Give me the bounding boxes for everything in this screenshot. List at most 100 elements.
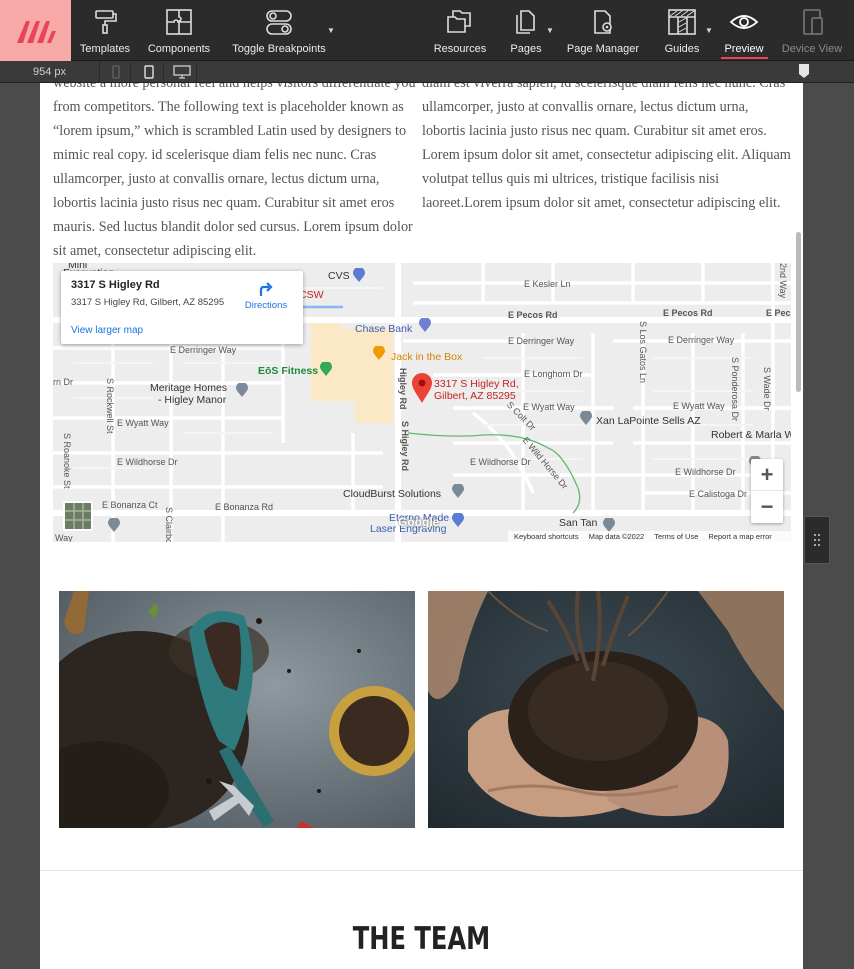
gardening-photo-hands[interactable] — [428, 591, 784, 828]
desktop-breakpoint-button[interactable] — [167, 63, 197, 81]
poi-robert-marla[interactable]: Robert & Marla W — [711, 429, 791, 441]
road-way: Way — [55, 533, 73, 542]
road-higley-1: Higley Rd — [398, 368, 408, 410]
road-wade: S Wade Dr — [762, 367, 772, 411]
canvas-scrollbar[interactable] — [796, 232, 801, 392]
text-column-left[interactable]: website a more personal feel and helps v… — [53, 83, 417, 263]
view-larger-map-link[interactable]: View larger map — [71, 325, 143, 336]
gardening-photo-trowel[interactable] — [59, 591, 415, 828]
road-derringer-3: E Derringer Way — [668, 335, 735, 345]
zoom-out-button[interactable]: − — [751, 491, 783, 523]
road-longhorn: E Longhorn Dr — [524, 369, 583, 379]
place-marker-icon — [236, 383, 248, 397]
shopping-marker-icon — [353, 268, 365, 282]
pages-icon — [516, 10, 535, 34]
canvas-left-margin — [0, 83, 40, 969]
map-info-title: 3317 S Higley Rd — [71, 279, 160, 291]
hands-soil-image — [428, 591, 784, 828]
shopping-marker-icon — [452, 513, 464, 527]
text-section: website a more personal feel and helps v… — [53, 83, 793, 263]
zoom-in-button[interactable]: + — [751, 459, 783, 491]
chevron-down-icon[interactable]: ▼ — [546, 26, 554, 35]
place-marker-icon — [452, 484, 464, 498]
components-button[interactable]: Components — [146, 0, 212, 61]
templates-label: Templates — [79, 43, 131, 55]
road-rockwell: S Rockwell St — [105, 378, 115, 434]
poi-cloudburst[interactable]: CloudBurst Solutions — [343, 488, 441, 500]
width-slider-handle[interactable] — [798, 63, 810, 79]
pin-label-line-2: Gilbert, AZ 85295 — [434, 390, 516, 402]
breakpoint-ruler — [200, 61, 854, 83]
section-divider — [40, 870, 803, 871]
logo-icon — [16, 20, 56, 43]
road-los-gatos: S Los Gatos Ln — [638, 321, 648, 384]
poi-meritage-2[interactable]: - Higley Manor — [158, 394, 226, 406]
road-wildhorse-1: E Wildhorse Dr — [117, 457, 178, 467]
location-pin-icon[interactable] — [412, 373, 432, 403]
guides-button[interactable]: Guides — [660, 0, 704, 61]
poi-san-tan[interactable]: San Tan — [559, 517, 597, 529]
drag-dots-icon — [814, 534, 820, 546]
chevron-down-icon[interactable]: ▼ — [327, 26, 335, 35]
road-bonanza-2: E Bonanza Rd — [215, 502, 274, 512]
poi-chase[interactable]: Chase Bank — [355, 323, 412, 335]
mobile-breakpoint-button[interactable] — [101, 63, 131, 81]
page-manager-label: Page Manager — [566, 43, 640, 55]
resize-drag-handle[interactable] — [804, 516, 830, 564]
eye-icon — [729, 15, 759, 29]
road-calistoga: E Calistoga Dr — [689, 489, 748, 499]
road-kesler: E Kesler Ln — [524, 279, 571, 289]
poi-jack-in-the-box[interactable]: Jack in the Box — [391, 351, 462, 363]
terms-link[interactable]: Terms of Use — [654, 531, 698, 542]
text-column-right[interactable]: diam est viverra sapien, id scelerisque … — [422, 83, 792, 263]
tablet-breakpoint-button[interactable] — [134, 63, 164, 81]
satellite-toggle[interactable] — [63, 501, 93, 531]
report-error-link[interactable]: Report a map error — [708, 531, 771, 542]
poi-xan-lapointe[interactable]: Xan LaPointe Sells AZ — [596, 415, 700, 427]
poi-eos-fitness[interactable]: EōS Fitness — [258, 365, 318, 377]
map-data-text: Map data ©2022 — [588, 532, 645, 541]
zoom-controls: + − — [751, 459, 783, 523]
road-wildhorse-3: E Wildhorse Dr — [675, 467, 736, 477]
templates-button[interactable]: Templates — [78, 0, 132, 61]
pages-label: Pages — [510, 43, 542, 55]
page-manager-icon — [594, 10, 612, 34]
resources-button[interactable]: Resources — [432, 0, 488, 61]
pages-button[interactable]: Pages — [508, 0, 544, 61]
poi-meritage-1[interactable]: Meritage Homes — [150, 382, 227, 394]
page-manager-button[interactable]: Page Manager — [566, 0, 640, 61]
poi-cvs[interactable]: CVS — [328, 270, 350, 282]
road-derringer-2: E Derringer Way — [508, 336, 575, 346]
road-2nd-way: 2nd Way — [778, 263, 788, 299]
toggle-breakpoints-button[interactable]: Toggle Breakpoints — [232, 0, 326, 61]
preview-button[interactable]: Preview — [722, 0, 766, 61]
road-wyatt-2: E Wyatt Way — [523, 402, 575, 412]
device-view-button[interactable]: Device View — [781, 0, 843, 61]
toggle-breakpoints-label: Toggle Breakpoints — [232, 43, 326, 55]
viewport-width-readout: 954 px — [0, 61, 100, 83]
road-pecos-2: E Pecos Rd — [663, 308, 713, 318]
device-view-label: Device View — [781, 43, 843, 55]
map-footer: Keyboard shortcuts Map data ©2022 Terms … — [508, 531, 791, 542]
active-indicator — [721, 57, 768, 59]
trowel-soil-image — [59, 591, 415, 828]
pin-label-line-1: 3317 S Higley Rd, — [434, 378, 519, 390]
device-view-icon — [803, 9, 823, 35]
directions-button[interactable]: Directions — [244, 281, 288, 311]
road-pecos-3: E Pec — [766, 308, 791, 318]
road-higley-2: S Higley Rd — [400, 421, 410, 472]
road-pecos-1: E Pecos Rd — [508, 310, 558, 320]
preview-label: Preview — [724, 43, 764, 55]
directions-label: Directions — [244, 300, 288, 311]
top-toolbar: Templates Components Toggle Breakpoints … — [0, 0, 854, 61]
bank-marker-icon — [419, 318, 431, 332]
paint-roller-icon — [95, 10, 117, 34]
embedded-map[interactable]: CVS CSW Chase Bank Jack in the Box EōS F… — [53, 263, 791, 542]
app-logo[interactable] — [0, 0, 71, 61]
components-label: Components — [147, 43, 211, 55]
keyboard-shortcuts-link[interactable]: Keyboard shortcuts — [514, 531, 579, 542]
chevron-down-icon[interactable]: ▼ — [705, 26, 713, 35]
fitness-marker-icon — [320, 362, 332, 376]
road-derringer-1: E Derringer Way — [170, 345, 237, 355]
team-heading[interactable]: THE TEAM — [124, 921, 719, 957]
